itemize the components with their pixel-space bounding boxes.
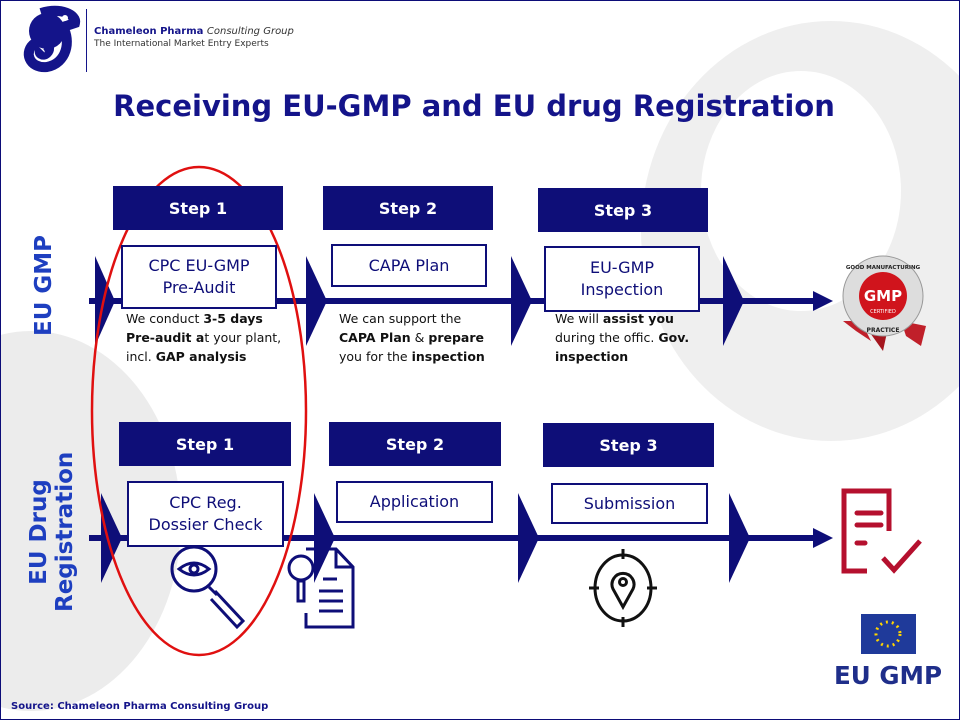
chevron bbox=[723, 256, 744, 346]
gmp-box-capa-plan: CAPA Plan bbox=[331, 244, 487, 287]
chevron bbox=[511, 256, 532, 346]
arrow-head-gmp bbox=[813, 291, 833, 311]
reg-box-dossier-check: CPC Reg. Dossier Check bbox=[127, 481, 284, 547]
gmp-box-pre-audit: CPC EU-GMP Pre-Audit bbox=[121, 245, 277, 309]
row-label-line: EU Drug bbox=[26, 479, 52, 585]
gmp-step-1: Step 1 bbox=[113, 186, 283, 230]
document-check-icon bbox=[841, 488, 922, 574]
box-line: EU-GMP bbox=[589, 258, 655, 277]
reg-step-1: Step 1 bbox=[119, 422, 291, 466]
highlight-ellipse bbox=[90, 165, 308, 657]
gmp-step-1-description: We conduct 3-5 days Pre-audit at your pla… bbox=[126, 311, 282, 364]
box-line: Dossier Check bbox=[148, 515, 263, 534]
svg-text:CERTIFIED: CERTIFIED bbox=[870, 309, 896, 315]
location-target-icon bbox=[589, 549, 657, 627]
row-label-eu-drug-registration: EU Drug Registration bbox=[26, 452, 78, 612]
box-line: CPC Reg. bbox=[169, 493, 242, 512]
box-line: Inspection bbox=[580, 280, 664, 299]
gmp-box-inspection: EU-GMP Inspection bbox=[544, 246, 700, 312]
reg-step-3: Step 3 bbox=[543, 423, 714, 467]
gmp-step-2: Step 2 bbox=[323, 186, 493, 230]
gmp-step-3: Step 3 bbox=[538, 188, 708, 232]
reg-box-application: Application bbox=[336, 481, 493, 523]
chevron bbox=[306, 256, 327, 346]
slide: Chameleon Pharma Consulting Group The In… bbox=[0, 0, 960, 720]
svg-text:GMP: GMP bbox=[864, 287, 902, 305]
gmp-step-3-description: We will assist you during the offic. Gov… bbox=[555, 311, 690, 364]
eu-gmp-logo-text: EU GMP bbox=[834, 661, 942, 690]
magnifier-eye-icon bbox=[170, 545, 246, 630]
svg-text:PRACTICE: PRACTICE bbox=[867, 327, 900, 334]
row-label-line: Registration bbox=[52, 451, 78, 612]
box-line: Pre-Audit bbox=[162, 278, 236, 297]
chevron bbox=[729, 493, 750, 583]
source-footer: Source: Chameleon Pharma Consulting Grou… bbox=[11, 701, 269, 712]
reg-box-submission: Submission bbox=[551, 483, 708, 524]
arrow-head-reg bbox=[813, 528, 833, 548]
gmp-step-2-description: We can support the CAPA Plan & prepare y… bbox=[339, 311, 485, 364]
chevron bbox=[518, 493, 539, 583]
row-label-eu-gmp: EU GMP bbox=[31, 234, 57, 336]
box-line: CPC EU-GMP bbox=[148, 256, 250, 275]
eu-flag-icon bbox=[861, 614, 916, 654]
svg-text:GOOD MANUFACTURING: GOOD MANUFACTURING bbox=[846, 265, 921, 271]
chevron bbox=[314, 493, 335, 583]
reg-step-2: Step 2 bbox=[329, 422, 501, 466]
gmp-certified-badge: GMP CERTIFIED GOOD MANUFACTURING PRACTIC… bbox=[842, 255, 926, 351]
